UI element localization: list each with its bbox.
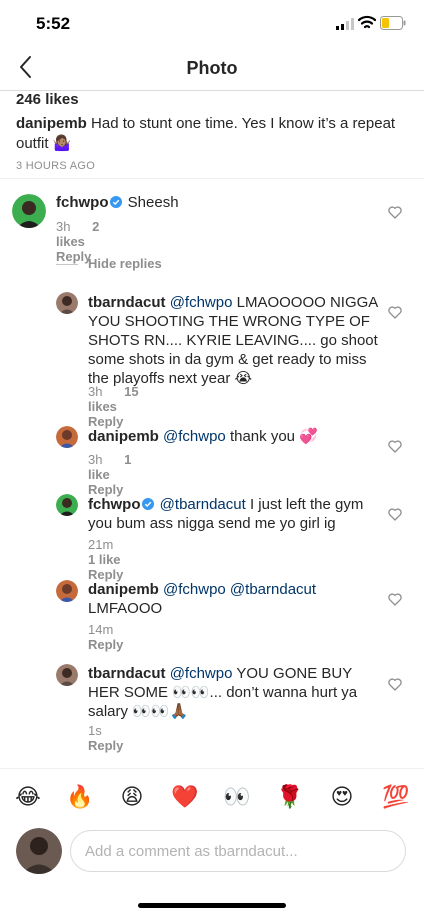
reply-time: 1s	[88, 723, 102, 738]
heart-icon[interactable]	[388, 306, 402, 319]
caption-text: danipemb Had to stunt one time. Yes I kn…	[16, 114, 408, 154]
avatar[interactable]	[56, 580, 78, 602]
hide-replies-button[interactable]: Hide replies	[56, 256, 162, 271]
status-time: 5:52	[36, 14, 71, 33]
emoji-eyes-icon[interactable]: 👀	[223, 783, 251, 811]
reply-username[interactable]: danipemb	[88, 581, 159, 598]
likes-count[interactable]: 246 likes	[16, 90, 408, 110]
emoji-weary-icon[interactable]: 😩	[118, 783, 146, 811]
emoji-heart-icon[interactable]: ❤️	[171, 783, 199, 811]
comment-body: Sheesh	[127, 194, 179, 211]
comment-input[interactable]	[70, 830, 406, 872]
reply-meta: 3h 15 likes Reply	[88, 384, 141, 429]
avatar[interactable]	[56, 292, 78, 314]
signal-icon	[336, 18, 354, 30]
heart-icon[interactable]	[388, 593, 402, 606]
my-avatar	[16, 828, 62, 874]
reply-body: LMFAOOO	[88, 600, 163, 617]
reply-username[interactable]: fchwpo	[88, 496, 141, 513]
avatar[interactable]	[56, 426, 78, 448]
reply-username[interactable]: danipemb	[88, 428, 159, 445]
emoji-heart-eyes-icon[interactable]: 😍	[328, 783, 356, 811]
reply-button[interactable]: Reply	[88, 738, 123, 753]
emoji-bar: 😂 🔥 😩 ❤️ 👀 🌹 😍 💯	[0, 768, 424, 823]
post-caption: 246 likes danipemb Had to stunt one time…	[16, 90, 408, 172]
reply-meta: 14m Reply	[88, 622, 141, 652]
heart-icon[interactable]	[388, 678, 402, 691]
reply-mention[interactable]: @fchwpo @tbarndacut	[163, 581, 316, 598]
reply-text: danipemb @fchwpo @tbarndacut LMFAOOO	[88, 580, 378, 618]
nav-bar: Photo	[0, 48, 424, 91]
reply-username[interactable]: tbarndacut	[88, 294, 166, 311]
comment-input-row	[0, 822, 424, 884]
status-bar: 5:52	[0, 0, 424, 48]
reply-mention[interactable]: @fchwpo	[170, 294, 233, 311]
caption-username[interactable]: danipemb	[16, 115, 87, 132]
home-indicator[interactable]	[138, 903, 286, 908]
battery-icon	[380, 16, 406, 30]
verified-badge-icon	[141, 498, 154, 510]
divider	[0, 178, 424, 179]
avatar[interactable]	[56, 494, 78, 516]
reply-meta: 21m 1 like Reply	[88, 537, 141, 582]
emoji-laughing-icon[interactable]: 😂	[14, 783, 42, 811]
reply-mention[interactable]: @tbarndacut	[160, 496, 246, 513]
caption-timestamp: 3 HOURS AGO	[16, 160, 96, 172]
wifi-icon	[358, 15, 376, 29]
emoji-rose-icon[interactable]: 🌹	[276, 783, 304, 811]
comment-time: 3h	[56, 219, 71, 234]
comment-text: fchwpo Sheesh	[56, 193, 376, 212]
reply-button[interactable]: Reply	[88, 637, 123, 652]
reply-time: 3h	[88, 452, 103, 467]
reply-text: fchwpo @tbarndacut I just left the gym y…	[88, 495, 378, 533]
reply-username[interactable]: tbarndacut	[88, 665, 166, 682]
hide-replies-label: Hide replies	[88, 256, 162, 271]
reply-time: 14m	[88, 622, 114, 637]
heart-icon[interactable]	[388, 206, 402, 219]
reply-likes[interactable]: 1 like	[88, 552, 121, 567]
reply-mention[interactable]: @fchwpo	[170, 665, 233, 682]
avatar[interactable]	[56, 664, 78, 686]
avatar[interactable]	[12, 194, 46, 228]
reply-body: thank you 💞	[229, 428, 318, 445]
reply-text: danipemb @fchwpo thank you 💞	[88, 427, 378, 446]
reply-text: tbarndacut @fchwpo YOU GONE BUY HER SOME…	[88, 664, 378, 721]
page-title: Photo	[186, 58, 238, 78]
reply-time: 3h	[88, 384, 103, 399]
reply-time: 21m	[88, 537, 114, 552]
emoji-fire-icon[interactable]: 🔥	[66, 783, 94, 811]
hide-replies-line	[56, 264, 78, 266]
comment-username[interactable]: fchwpo	[56, 194, 109, 211]
reply-text: tbarndacut @fchwpo LMAOOOOO NIGGA YOU SH…	[88, 293, 378, 388]
reply-mention[interactable]: @fchwpo	[163, 428, 226, 445]
heart-icon[interactable]	[388, 508, 402, 521]
heart-icon[interactable]	[388, 440, 402, 453]
verified-badge-icon	[109, 196, 122, 208]
reply-meta: 3h 1 like Reply	[88, 452, 141, 497]
emoji-hundred-icon[interactable]: 💯	[382, 783, 410, 811]
reply-meta: 1s Reply	[88, 723, 141, 753]
